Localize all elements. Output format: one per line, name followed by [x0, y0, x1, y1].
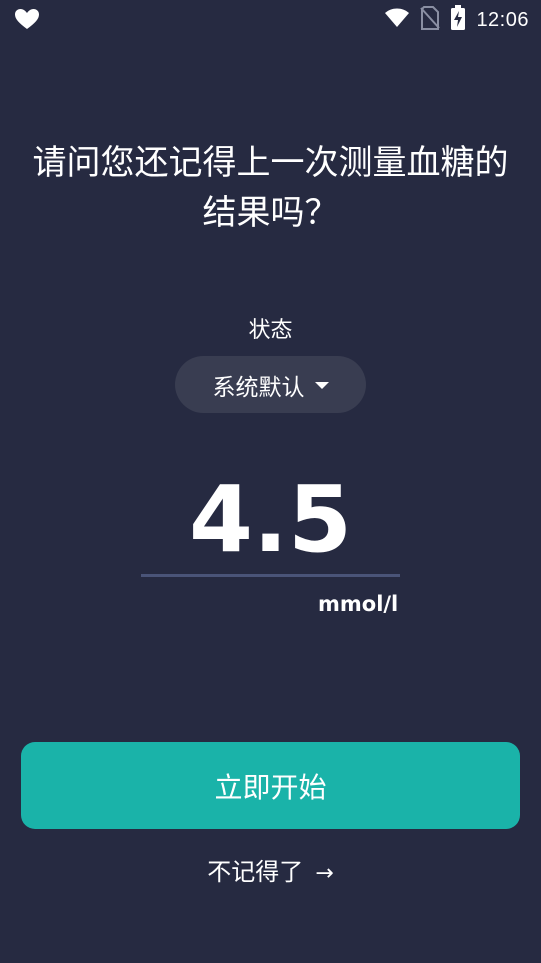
- battery-charging-icon: [450, 5, 466, 35]
- state-dropdown[interactable]: 系统默认: [175, 356, 366, 413]
- state-dropdown-value: 系统默认: [212, 374, 305, 401]
- unit-label: mmol/l: [318, 592, 399, 616]
- heart-icon: [14, 8, 40, 30]
- start-button[interactable]: 立即开始: [21, 742, 520, 829]
- state-label: 状态: [248, 318, 293, 343]
- wifi-icon: [384, 8, 410, 32]
- glucose-value-input[interactable]: [141, 468, 400, 572]
- reading-field-container: [141, 468, 400, 578]
- question-title: 请问您还记得上一次测量血糖的结果吗？: [32, 143, 509, 233]
- no-sim-icon: [420, 6, 441, 34]
- status-icons: 12:06: [384, 5, 529, 35]
- status-time: 12:06: [476, 8, 529, 31]
- status-bar: 12:06: [0, 0, 541, 40]
- forget-link[interactable]: 不记得了 →: [0, 852, 541, 887]
- forget-link-label: 不记得了: [207, 858, 304, 886]
- input-underline: [141, 574, 400, 577]
- arrow-right-icon: →: [315, 861, 334, 886]
- caret-down-icon: [314, 382, 329, 389]
